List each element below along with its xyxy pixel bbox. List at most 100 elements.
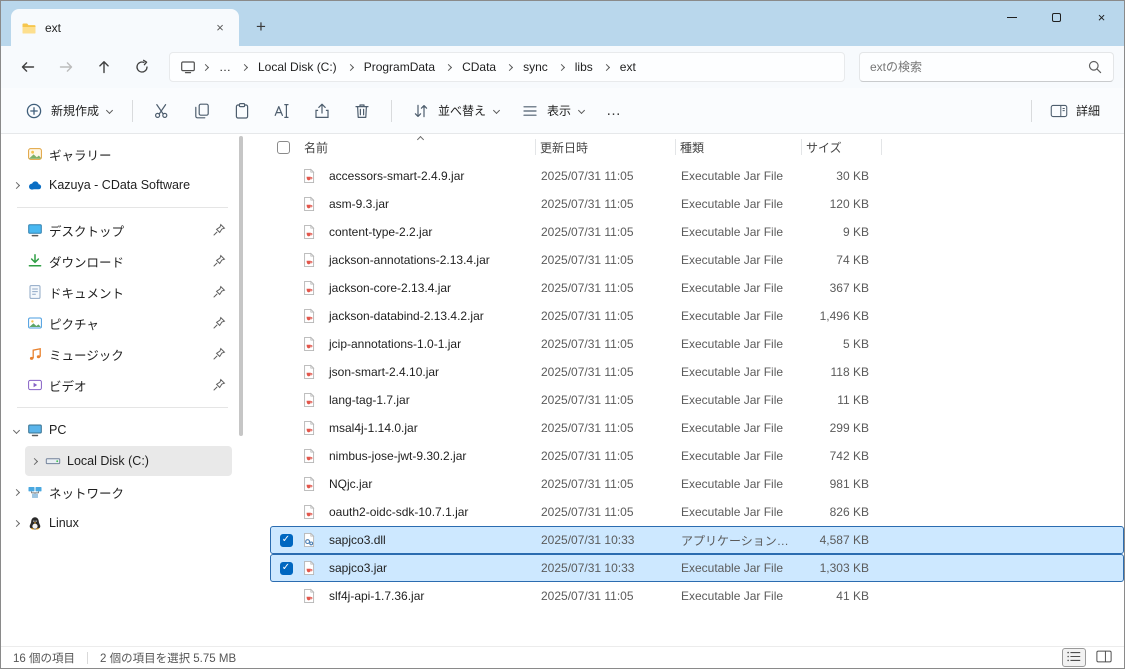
sidebar-item[interactable]: ドキュメント [7,277,232,307]
music-icon [27,346,43,362]
select-all-checkbox[interactable] [277,141,290,154]
back-button[interactable] [11,52,45,82]
view-button[interactable]: 表示 [511,94,594,128]
sidebar-item-chevron-icon[interactable] [11,349,21,359]
preview-pane-button[interactable] [1092,648,1116,667]
sidebar-item-label: ピクチャ [49,314,206,333]
sort-button[interactable]: 並べ替え [402,94,509,128]
sidebar-item-chevron-icon[interactable] [11,318,21,328]
sidebar-item[interactable]: Local Disk (C:) [25,446,232,476]
refresh-button[interactable] [125,52,159,82]
sidebar-item-chevron-icon[interactable] [13,519,20,526]
file-row[interactable]: jackson-annotations-2.13.4.jar 2025/07/3… [270,246,1124,274]
search-box[interactable] [859,52,1114,82]
column-header-type[interactable]: 種類 [676,134,802,160]
sidebar-item-chevron-icon[interactable] [11,287,21,297]
sidebar-item-chevron-icon[interactable] [11,256,21,266]
file-row[interactable]: oauth2-oidc-sdk-10.7.1.jar 2025/07/31 11… [270,498,1124,526]
rename-button[interactable] [263,94,301,128]
breadcrumb-ellipsis[interactable]: … [215,57,235,77]
search-input[interactable] [870,60,1079,74]
maximize-button[interactable] [1034,1,1079,33]
file-row[interactable]: NQjc.jar 2025/07/31 11:05 Executable Jar… [270,470,1124,498]
file-name: lang-tag-1.7.jar [325,393,537,407]
sidebar-item[interactable]: ビデオ [7,370,232,400]
window-body: ギャラリー Kazuya - CData Software デスクトップ ダウン… [1,134,1124,646]
sidebar-item-chevron-icon[interactable] [11,225,21,235]
details-pane-button[interactable]: 詳細 [1040,94,1110,128]
sidebar-item-chevron-icon[interactable] [31,457,38,464]
row-checkbox[interactable]: ✓ [280,534,293,547]
new-button[interactable]: 新規作成 [15,94,122,128]
details-view-button[interactable] [1062,648,1086,667]
breadcrumb-item[interactable]: sync [519,57,552,77]
column-header-date[interactable]: 更新日時 [536,134,676,160]
file-row[interactable]: asm-9.3.jar 2025/07/31 11:05 Executable … [270,190,1124,218]
file-row[interactable]: json-smart-2.4.10.jar 2025/07/31 11:05 E… [270,358,1124,386]
more-options-button[interactable]: … [596,94,632,128]
sidebar-item-chevron-icon[interactable] [13,426,20,433]
breadcrumb-item[interactable]: ext [616,57,640,77]
file-date: 2025/07/31 11:05 [537,589,677,603]
jar-file-icon [301,392,317,408]
file-row[interactable]: accessors-smart-2.4.9.jar 2025/07/31 11:… [270,162,1124,190]
sidebar-item-chevron-icon[interactable] [13,488,20,495]
sidebar-scrollbar[interactable] [239,136,243,436]
forward-button[interactable] [49,52,83,82]
sidebar-item[interactable]: ダウンロード [7,246,232,276]
file-row[interactable]: msal4j-1.14.0.jar 2025/07/31 11:05 Execu… [270,414,1124,442]
file-row[interactable]: slf4j-api-1.7.36.jar 2025/07/31 11:05 Ex… [270,582,1124,610]
share-button[interactable] [303,94,341,128]
sidebar-item[interactable]: ピクチャ [7,308,232,338]
file-date: 2025/07/31 11:05 [537,365,677,379]
file-size: 41 KB [803,589,883,603]
cut-button[interactable] [143,94,181,128]
breadcrumb-item[interactable]: Local Disk (C:) [254,57,341,77]
sidebar-item[interactable]: ミュージック [7,339,232,369]
file-name: slf4j-api-1.7.36.jar [325,589,537,603]
sidebar-item-chevron-icon[interactable] [13,181,20,188]
minimize-button[interactable] [989,1,1034,33]
breadcrumb-item[interactable]: ProgramData [360,57,439,77]
file-name: json-smart-2.4.10.jar [325,365,537,379]
toolbar-divider [391,100,392,122]
address-bar[interactable]: … Local Disk (C:) ProgramData CData synclib… [169,52,845,82]
sidebar-item[interactable]: Linux [7,508,232,538]
up-button[interactable] [87,52,121,82]
close-button[interactable]: × [1079,1,1124,33]
file-date: 2025/07/31 11:05 [537,449,677,463]
delete-button[interactable] [343,94,381,128]
file-size: 11 KB [803,393,883,407]
copy-button[interactable] [183,94,221,128]
file-row[interactable]: jackson-core-2.13.4.jar 2025/07/31 11:05… [270,274,1124,302]
explorer-tab[interactable]: ext × [11,9,239,46]
file-date: 2025/07/31 11:05 [537,253,677,267]
sidebar-item-chevron-icon[interactable] [11,149,21,159]
file-size: 30 KB [803,169,883,183]
breadcrumb-item[interactable]: CData [458,57,500,77]
file-row[interactable]: ✓ sapjco3.dll 2025/07/31 10:33 アプリケーション拡… [270,526,1124,554]
file-row[interactable]: jcip-annotations-1.0-1.jar 2025/07/31 11… [270,330,1124,358]
file-row[interactable]: ✓ sapjco3.jar 2025/07/31 10:33 Executabl… [270,554,1124,582]
sidebar-item-label: ギャラリー [49,145,206,164]
column-header-size[interactable]: サイズ [802,134,882,160]
breadcrumb-item[interactable]: libs [571,57,597,77]
new-tab-button[interactable]: + [247,13,275,41]
paste-button[interactable] [223,94,261,128]
row-checkbox[interactable]: ✓ [280,562,293,575]
sidebar-item[interactable]: PC [7,415,232,445]
file-size: 9 KB [803,225,883,239]
file-row[interactable]: jackson-databind-2.13.4.2.jar 2025/07/31… [270,302,1124,330]
file-row[interactable]: content-type-2.2.jar 2025/07/31 11:05 Ex… [270,218,1124,246]
tab-title: ext [45,21,203,35]
column-header-name[interactable]: 名前 [300,134,536,160]
tab-close-icon[interactable]: × [211,19,229,37]
sidebar-item[interactable]: ギャラリー [7,139,232,169]
sidebar-item[interactable]: デスクトップ [7,215,232,245]
file-row[interactable]: lang-tag-1.7.jar 2025/07/31 11:05 Execut… [270,386,1124,414]
sidebar-item[interactable]: ネットワーク [7,477,232,507]
downloads-icon [27,253,43,269]
file-row[interactable]: nimbus-jose-jwt-9.30.2.jar 2025/07/31 11… [270,442,1124,470]
sidebar-item-chevron-icon[interactable] [11,380,21,390]
sidebar-item[interactable]: Kazuya - CData Software [7,170,232,200]
